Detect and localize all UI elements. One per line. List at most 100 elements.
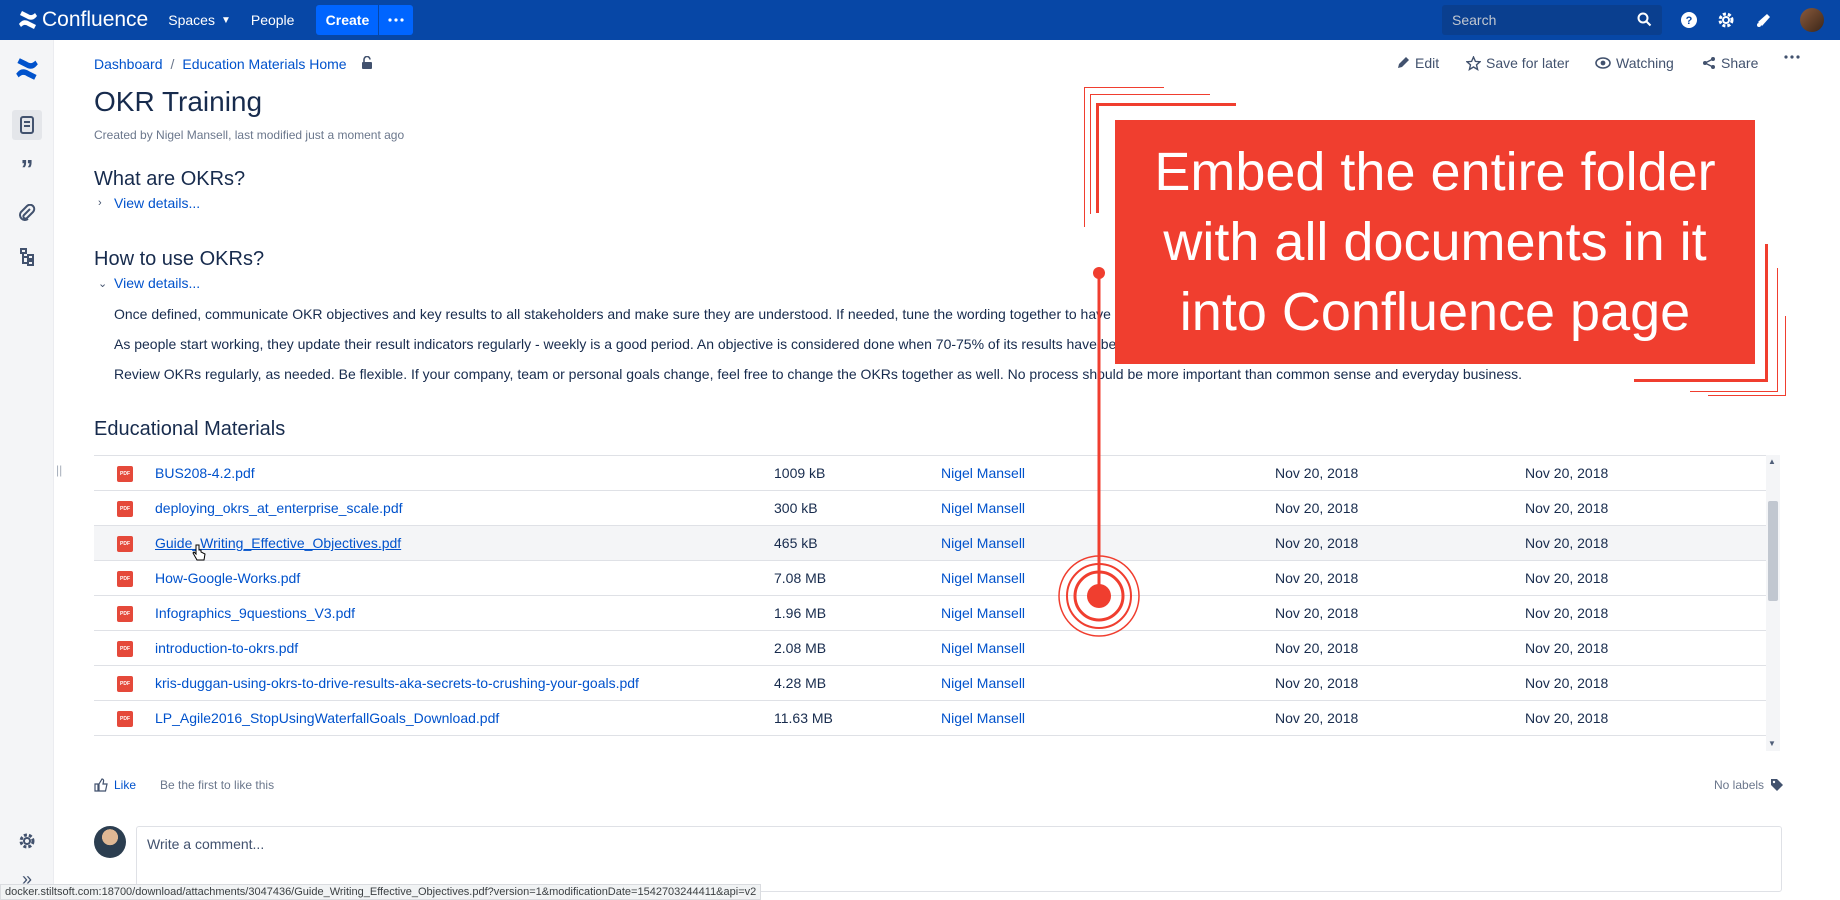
- hand-cursor-icon: [192, 544, 206, 561]
- pages-icon[interactable]: [12, 110, 42, 140]
- modified-date: Nov 20, 2018: [1525, 465, 1609, 481]
- table-scrollbar[interactable]: ▲ ▼: [1766, 455, 1780, 751]
- creator-link[interactable]: Nigel Mansell: [941, 570, 1025, 586]
- no-labels-text: No labels: [1714, 778, 1765, 792]
- attachments-paperclip-icon[interactable]: [12, 198, 42, 228]
- target-center-icon: [1087, 584, 1111, 608]
- callout-banner: Embed the entire folder with all documen…: [1115, 120, 1755, 364]
- pdf-file-icon: PDF: [117, 641, 133, 657]
- file-name-link[interactable]: How-Google-Works.pdf: [155, 570, 300, 586]
- file-name-link[interactable]: LP_Agile2016_StopUsingWaterfallGoals_Dow…: [155, 710, 499, 726]
- creator-link[interactable]: Nigel Mansell: [941, 605, 1025, 621]
- creator-link[interactable]: Nigel Mansell: [941, 675, 1025, 691]
- watching-label: Watching: [1616, 55, 1674, 71]
- like-button[interactable]: Like: [114, 778, 136, 792]
- expand-how-to-use-okrs[interactable]: ⌄ View details...: [98, 275, 200, 291]
- like-bar: Like Be the first to like this: [94, 778, 274, 792]
- creator-link[interactable]: Nigel Mansell: [941, 710, 1025, 726]
- attachments-table: PDF BUS208-4.2.pdf 1009 kB Nigel Mansell…: [94, 455, 1766, 751]
- paragraph-update: As people start working, they update the…: [114, 336, 1117, 352]
- commenter-avatar: [94, 826, 126, 858]
- file-name-link[interactable]: deploying_okrs_at_enterprise_scale.pdf: [155, 500, 403, 516]
- table-row: PDF deploying_okrs_at_enterprise_scale.p…: [94, 491, 1766, 526]
- modified-date: Nov 20, 2018: [1525, 675, 1609, 691]
- expand-what-are-okrs[interactable]: › View details...: [98, 195, 200, 211]
- confluence-logo[interactable]: Confluence: [18, 8, 148, 32]
- spaces-menu[interactable]: Spaces ▼: [168, 12, 231, 28]
- left-sidebar: ” »: [0, 40, 54, 900]
- table-row: PDF kris-duggan-using-okrs-to-drive-resu…: [94, 666, 1766, 701]
- creator-link[interactable]: Nigel Mansell: [941, 535, 1025, 551]
- help-icon[interactable]: ?: [1679, 10, 1699, 30]
- paragraph-review: Review OKRs regularly, as needed. Be fle…: [114, 366, 1523, 382]
- created-date: Nov 20, 2018: [1275, 465, 1359, 481]
- creator-link[interactable]: Nigel Mansell: [941, 500, 1025, 516]
- spaces-label: Spaces: [168, 12, 215, 28]
- search-placeholder: Search: [1452, 12, 1497, 28]
- callout-line: with all documents in it: [1163, 212, 1707, 272]
- expand-label: View details...: [114, 275, 201, 291]
- eye-icon: [1595, 57, 1611, 69]
- save-for-later-button[interactable]: Save for later: [1466, 55, 1569, 71]
- breadcrumb: Dashboard / Education Materials Home: [94, 55, 373, 72]
- file-name-link[interactable]: kris-duggan-using-okrs-to-drive-results-…: [155, 675, 639, 691]
- more-actions-button[interactable]: [1784, 55, 1805, 59]
- unlocked-restrictions-icon[interactable]: [361, 55, 373, 72]
- like-prompt: Be the first to like this: [160, 778, 275, 792]
- modified-date: Nov 20, 2018: [1525, 605, 1609, 621]
- creator-link[interactable]: Nigel Mansell: [941, 465, 1025, 481]
- share-button[interactable]: Share: [1702, 55, 1758, 71]
- search-input[interactable]: Search: [1442, 5, 1662, 35]
- breadcrumb-separator: /: [170, 56, 175, 72]
- modified-date: Nov 20, 2018: [1525, 570, 1609, 586]
- people-link[interactable]: People: [251, 12, 295, 28]
- tag-icon[interactable]: [1770, 778, 1784, 792]
- page-byline: Created by Nigel Mansell, last modified …: [94, 128, 405, 142]
- thumbs-up-icon[interactable]: [94, 778, 108, 792]
- creator-link[interactable]: Nigel Mansell: [941, 640, 1025, 656]
- more-dots-icon: [388, 18, 405, 22]
- created-date: Nov 20, 2018: [1275, 605, 1359, 621]
- pdf-file-icon: PDF: [117, 536, 133, 552]
- page-tree-icon[interactable]: [12, 242, 42, 272]
- modified-date: Nov 20, 2018: [1525, 535, 1609, 551]
- scrollbar-thumb[interactable]: [1768, 501, 1778, 601]
- scroll-down-arrow-icon[interactable]: ▼: [1768, 739, 1776, 748]
- create-button[interactable]: Create: [316, 5, 379, 35]
- top-navigation: Confluence Spaces ▼ People Create Search…: [0, 0, 1840, 40]
- space-settings-gear-icon[interactable]: [12, 826, 42, 856]
- blog-quote-icon[interactable]: ”: [12, 154, 42, 184]
- table-row: PDF Guide_Writing_Effective_Objectives.p…: [94, 526, 1766, 561]
- sidebar-resize-handle[interactable]: ||: [56, 463, 62, 477]
- confluence-space-logo-icon[interactable]: [12, 54, 42, 84]
- browser-status-url: docker.stiltsoft.com:18700/download/atta…: [0, 884, 762, 900]
- breadcrumb-dashboard[interactable]: Dashboard: [94, 56, 163, 72]
- share-label: Share: [1721, 55, 1759, 71]
- watching-button[interactable]: Watching: [1595, 55, 1674, 71]
- save-for-later-label: Save for later: [1486, 55, 1570, 71]
- comment-input[interactable]: Write a comment...: [136, 826, 1782, 892]
- pdf-file-icon: PDF: [117, 501, 133, 517]
- user-avatar[interactable]: [1800, 8, 1824, 32]
- paragraph-communicate: Once defined, communicate OKR objectives…: [114, 306, 1123, 322]
- scroll-up-arrow-icon[interactable]: ▲: [1768, 457, 1776, 466]
- created-date: Nov 20, 2018: [1275, 710, 1359, 726]
- search-icon: [1637, 12, 1652, 27]
- breadcrumb-education-materials-home[interactable]: Education Materials Home: [182, 56, 346, 72]
- created-date: Nov 20, 2018: [1275, 535, 1359, 551]
- file-name-link[interactable]: BUS208-4.2.pdf: [155, 465, 255, 481]
- pdf-file-icon: PDF: [117, 466, 133, 482]
- modified-date: Nov 20, 2018: [1525, 500, 1609, 516]
- pdf-file-icon: PDF: [117, 711, 133, 727]
- pdf-file-icon: PDF: [117, 606, 133, 622]
- file-name-link[interactable]: introduction-to-okrs.pdf: [155, 640, 298, 656]
- create-more-button[interactable]: [379, 5, 414, 35]
- edit-button[interactable]: Edit: [1396, 55, 1439, 71]
- section-heading-educational-materials: Educational Materials: [94, 418, 286, 440]
- file-name-link[interactable]: Infographics_9questions_V3.pdf: [155, 605, 355, 621]
- callout-pointer: [1058, 267, 1140, 637]
- star-icon: [1466, 55, 1481, 71]
- notifications-megaphone-icon[interactable]: [1754, 10, 1774, 30]
- pdf-file-icon: PDF: [117, 676, 133, 692]
- settings-gear-icon[interactable]: [1716, 10, 1736, 30]
